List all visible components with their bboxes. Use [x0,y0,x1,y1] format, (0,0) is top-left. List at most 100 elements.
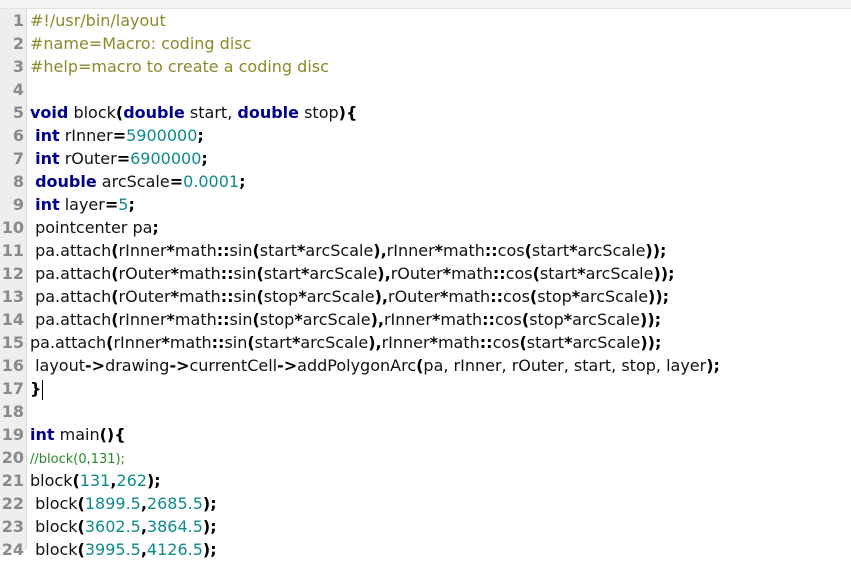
code-token: * [577,264,586,283]
line-number: 13 [1,287,24,306]
code-line[interactable]: 13 pa.attach(rOuter*math::sin(stop*arcSc… [0,285,851,308]
code-token: sin [224,333,248,352]
text-cursor [42,379,44,400]
code-token: arcScale [305,241,374,260]
code-line[interactable]: 14 pa.attach(rInner*math::sin(stop*arcSc… [0,308,851,331]
line-number: 11 [1,241,24,260]
code-token: sin [233,287,257,306]
code-line[interactable]: 21 block(131,262); [0,469,851,492]
code-token: addPolygonArc [297,356,417,375]
code-token: double [35,172,97,191]
code-token: ; [201,149,208,168]
code-line[interactable]: 23 block(3602.5,3864.5); [0,515,851,538]
code-token: stop [259,310,295,329]
code-token: block [30,494,78,513]
code-token: ( [256,264,264,283]
code-token: ( [252,310,260,329]
line-number: 9 [12,195,24,214]
code-token: rInner [113,333,162,352]
code-line[interactable]: 12 pa.attach(rOuter*math::sin(start*arcS… [0,262,851,285]
code-token: layout [30,356,86,375]
code-token: ( [532,264,540,283]
line-number: 1 [12,11,24,30]
code-token: = [104,195,119,214]
code-token: rInner [59,126,113,145]
line-number: 6 [12,126,24,145]
code-line[interactable]: 4 [0,78,851,101]
code-line[interactable]: 7 int rOuter=6900000; [0,147,851,170]
code-token: :: [220,264,234,283]
code-line[interactable]: 18 [0,400,851,423]
code-token: #help=macro to create a coding disc [30,57,329,76]
code-line[interactable]: 6 int rInner=5900000; [0,124,851,147]
code-line[interactable]: 2 #name=Macro: coding disc [0,32,851,55]
code-token: start [259,241,298,260]
line-number: 12 [1,264,24,283]
code-token: 6900000 [130,149,202,168]
code-line[interactable]: 5 void block(double start, double stop){ [0,101,851,124]
code-token: 1899.5 [84,494,141,513]
code-line[interactable]: 19 int main(){ [0,423,851,446]
code-line[interactable]: 9 int layer=5; [0,193,851,216]
code-line[interactable]: 10 pointcenter pa; [0,216,851,239]
code-token: stop [537,287,572,306]
code-token: rInner [118,241,167,260]
code-token: )); [648,287,670,306]
code-token: 131 [79,471,111,490]
code-token: #name=Macro: coding disc [30,34,252,53]
code-token: rOuter [387,287,440,306]
code-token: rOuter [118,287,171,306]
code-token: layer [59,195,105,214]
code-token: * [563,310,573,329]
code-token: :: [492,264,506,283]
code-text: block(1899.5,2685.5); [30,492,217,515]
editor-top-strip [0,0,851,9]
code-token: int [35,195,60,214]
code-token: currentCell [189,356,278,375]
code-token: math [443,241,485,260]
code-token: ){ [338,103,358,122]
code-token: 3602.5 [84,517,141,536]
code-token: )); [653,264,675,283]
code-token: ), [373,241,387,260]
code-token: )); [640,310,662,329]
code-text: pa.attach(rOuter*math::sin(start*arcScal… [30,262,674,285]
code-token: ); [706,356,720,375]
code-token: math [169,333,212,352]
code-token: ( [111,264,119,283]
code-token: sin [229,241,253,260]
code-token: ( [524,241,532,260]
code-editor[interactable]: 1 #!/usr/bin/layout 2 #name=Macro: coding d… [0,9,851,559]
code-line[interactable]: 11 pa.attach(rInner*math::sin(start*arcS… [0,239,851,262]
code-token: cos [497,241,525,260]
code-token: pa.attach [30,264,112,283]
code-token: sin [233,264,257,283]
code-token: arcScale [96,172,170,191]
code-token: (){ [99,425,126,444]
code-token: * [434,241,444,260]
code-line[interactable]: 17} [0,377,851,400]
code-line[interactable]: 15 pa.attach(rInner*math::sin(start*arcSc… [0,331,851,354]
line-number: 3 [12,57,24,76]
code-line[interactable]: 1 #!/usr/bin/layout [0,9,851,32]
line-number: 2 [12,34,24,53]
code-token: ), [374,287,388,306]
code-token: arcScale [572,310,640,329]
code-line[interactable]: 16 layout->drawing->currentCell->addPoly… [0,354,851,377]
code-token: arcScale [577,241,646,260]
code-line[interactable]: 20 //block(0,131); [0,446,851,469]
code-text: pa.attach(rOuter*math::sin(stop*arcScale… [30,285,669,308]
line-number: 21 [1,471,24,490]
code-token: * [170,287,179,306]
code-token: ( [77,517,85,536]
code-line[interactable]: 3 #help=macro to create a coding disc [0,55,851,78]
code-line[interactable]: 8 double arcScale=0.0001; [0,170,851,193]
code-line[interactable]: 22 block(1899.5,2685.5); [0,492,851,515]
code-token: ; [128,195,135,214]
code-token: rInner [383,310,432,329]
code-token: void [30,103,69,122]
code-token: math [451,264,493,283]
code-text: int main(){ [30,423,126,446]
code-text: void block(double start, double stop){ [30,101,357,124]
code-token: rOuter [390,264,443,283]
